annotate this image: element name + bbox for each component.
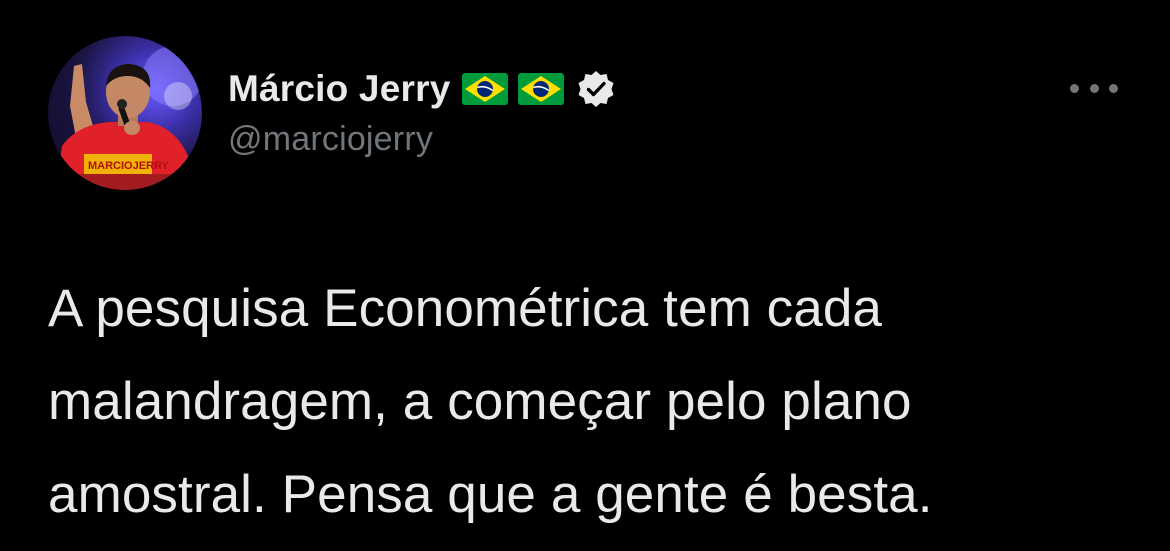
tweet-card: MARCIOJERRY Márcio Jerry @marciojerry A … bbox=[0, 0, 1170, 551]
brazil-flag-icon bbox=[518, 73, 565, 105]
more-horizontal-icon[interactable] bbox=[1070, 78, 1118, 98]
author-name-row: Márcio Jerry bbox=[228, 66, 616, 112]
verified-badge-icon[interactable] bbox=[576, 69, 616, 109]
tweet-text-line: malandragem, a começar pelo plano bbox=[48, 372, 912, 431]
more-dot bbox=[1070, 83, 1079, 93]
avatar-photo: MARCIOJERRY bbox=[48, 46, 202, 190]
more-dot bbox=[1109, 83, 1118, 93]
svg-text:MARCIOJERRY: MARCIOJERRY bbox=[88, 160, 170, 172]
author-name[interactable]: Márcio Jerry bbox=[228, 68, 450, 110]
tweet-author: Márcio Jerry @marciojerry bbox=[228, 66, 616, 159]
author-handle[interactable]: @marciojerry bbox=[228, 120, 616, 159]
tweet-text: A pesquisa Econométrica tem cada malandr… bbox=[48, 262, 1128, 541]
tweet-text-line: A pesquisa Econométrica tem cada bbox=[48, 279, 882, 338]
more-dot bbox=[1089, 83, 1099, 93]
brazil-flag-icon bbox=[462, 73, 509, 105]
tweet-text-line: amostral. Pensa que a gente é besta. bbox=[48, 465, 933, 524]
avatar[interactable]: MARCIOJERRY bbox=[48, 36, 202, 190]
